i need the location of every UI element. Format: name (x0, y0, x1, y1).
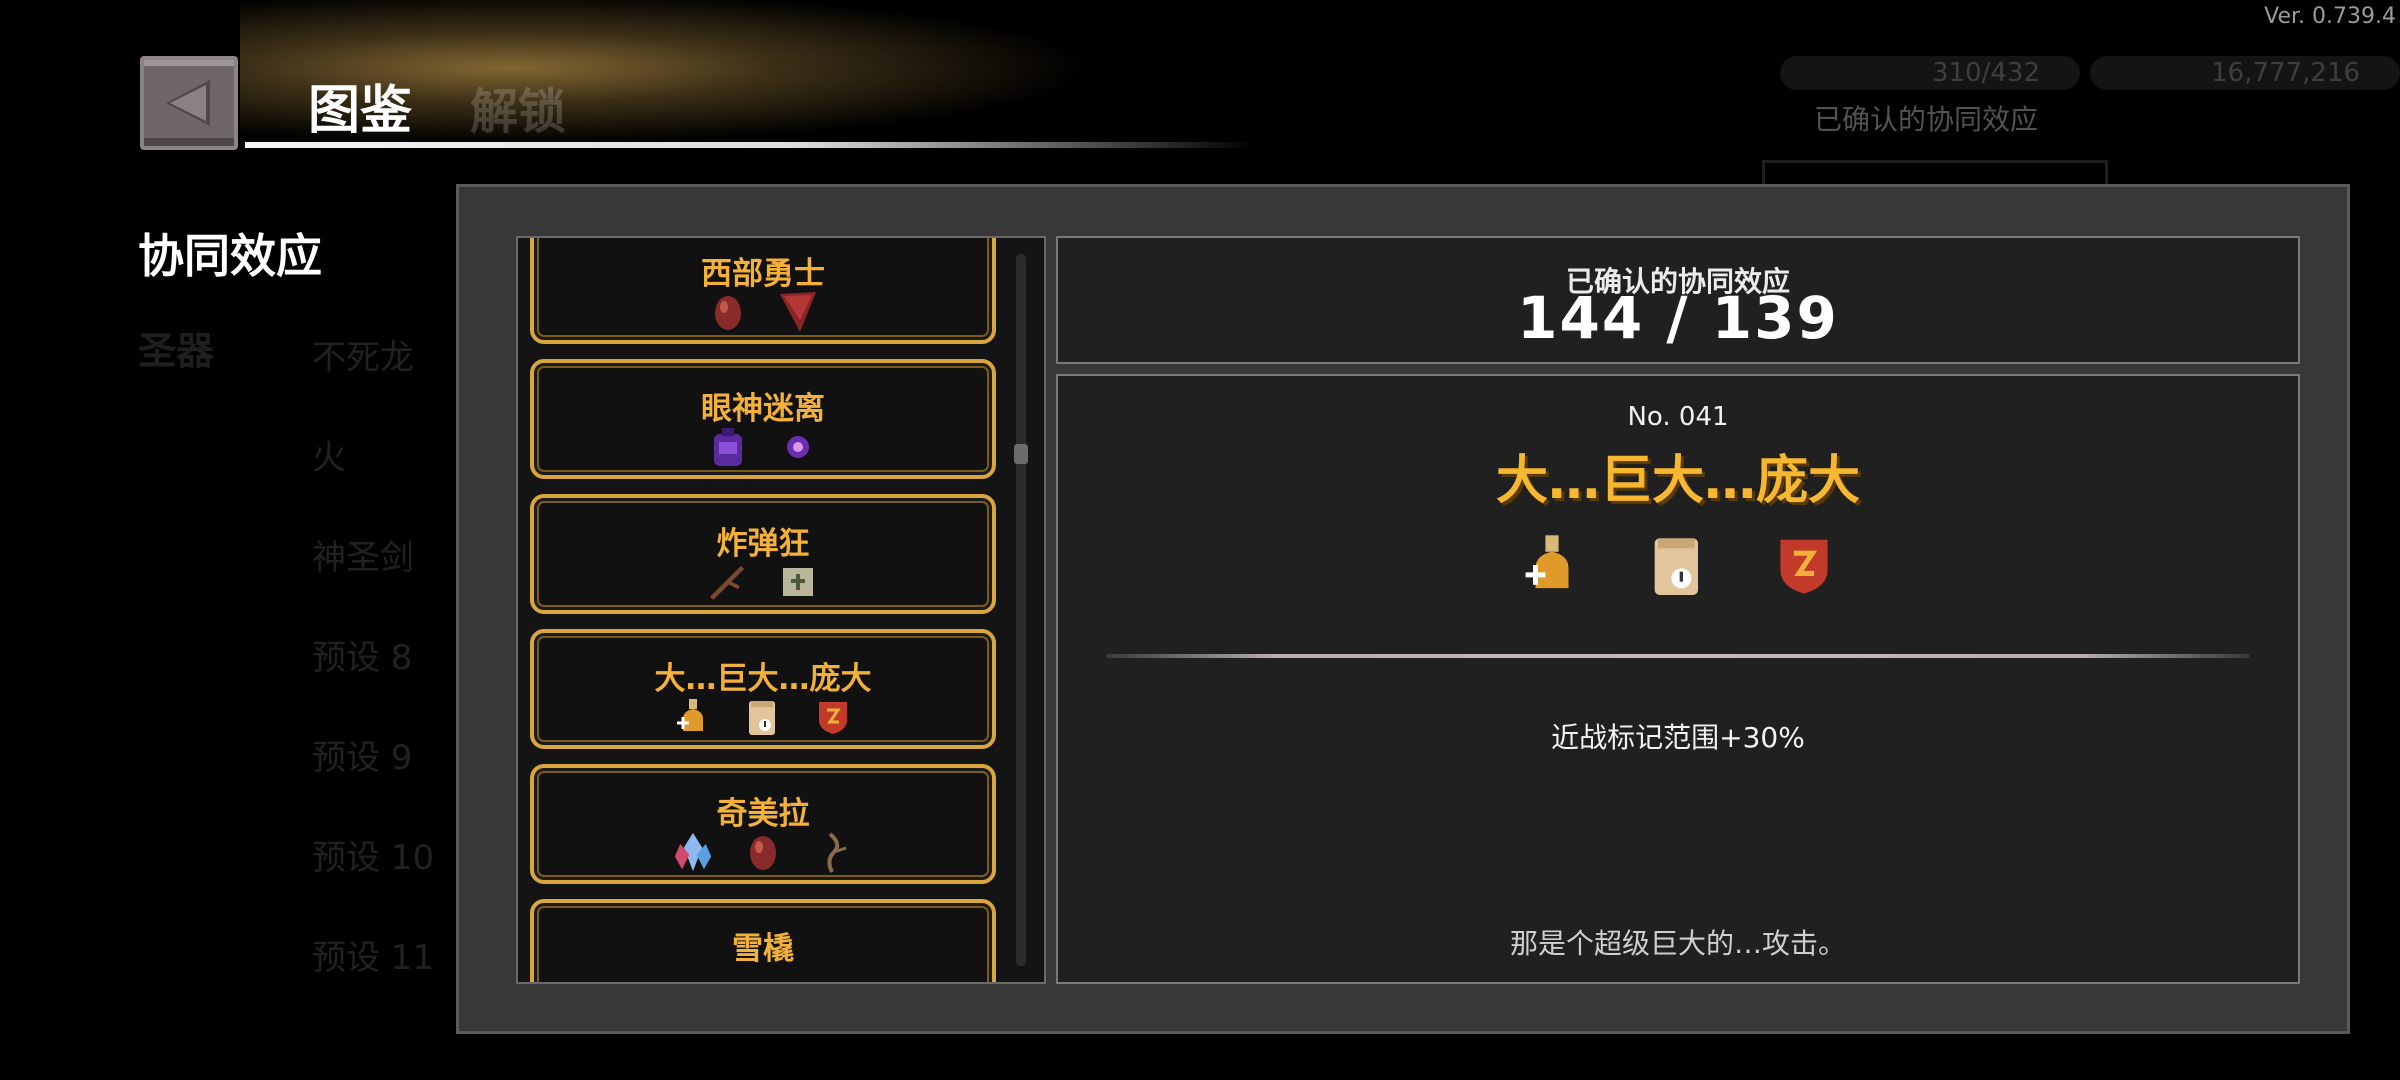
list-scrollbar-thumb[interactable] (1014, 444, 1028, 464)
bg-list-item: 预设 9 (312, 738, 413, 778)
red-shield-icon (813, 697, 853, 737)
bg-confirmed-label: 已确认的协同效应 (1814, 103, 2039, 136)
synergy-card-icons (534, 697, 992, 737)
paper-bag-icon (743, 697, 783, 737)
synergy-card-name: 眼神迷离 (701, 391, 825, 427)
synergy-card[interactable]: 眼神迷离 (530, 359, 996, 479)
bg-list-item: 神圣剑 (312, 538, 414, 578)
synergy-card-icons (534, 427, 992, 467)
synergy-card-icons (534, 832, 992, 873)
bg-list-item: 预设 10 (312, 838, 435, 878)
synergy-detail-icons (1058, 530, 2298, 600)
synergy-card[interactable]: 奇美拉 (530, 764, 996, 884)
page-title: 图鉴 (308, 81, 413, 141)
synergy-card-name: 炸弹狂 (716, 526, 810, 562)
potion-icon (1517, 530, 1587, 600)
version-label: Ver. 0.739.4 (2264, 4, 2396, 29)
synergy-card[interactable]: 雪橇 (530, 899, 996, 982)
bg-counter-collection: 310/432 (1780, 56, 2080, 90)
paper-bag-icon (1643, 530, 1713, 600)
scroll-icon (778, 562, 818, 602)
synergy-card-icons (534, 562, 992, 602)
back-button[interactable] (140, 56, 238, 150)
synergy-card[interactable]: 大…巨大…庞大 (530, 629, 996, 749)
synergy-detail-panel: No. 041 大…巨大…庞大 近战标记范围+30% 那是个超级巨大的…攻击。 (1056, 374, 2300, 984)
bg-list-item: 火 (312, 438, 346, 478)
title-underline (245, 142, 1255, 148)
crystal-icon (673, 832, 713, 872)
purple-backpack-icon (708, 427, 748, 467)
synergy-card-name: 大…巨大…庞大 (654, 661, 872, 697)
synergy-flavor-text: 那是个超级巨大的…攻击。 (1509, 927, 1846, 960)
back-arrow-icon (166, 80, 210, 126)
synergy-number: No. 041 (1627, 402, 1729, 432)
synergy-card-name: 雪橇 (732, 931, 794, 967)
synergy-list-panel[interactable]: 西部勇士 眼神迷离 炸弹狂 大…巨大…庞大 奇美拉 雪橇 (516, 236, 1046, 984)
confirmed-count-value: 144 / 139 (1517, 284, 1839, 352)
red-egg-icon (743, 832, 783, 872)
bg-counter-gems: 16,777,216 (2090, 56, 2400, 90)
confirmed-count-panel: 已确认的协同效应 144 / 139 (1056, 236, 2300, 364)
bg-list-item: 预设 11 (312, 938, 435, 978)
faded-tab-unlock[interactable]: 解锁 (470, 72, 566, 142)
synergy-effect: 近战标记范围+30% (1551, 721, 1805, 754)
red-bandana-icon (778, 292, 818, 332)
twig-icon (813, 832, 853, 873)
list-scrollbar-track[interactable] (1016, 254, 1026, 966)
synergy-card[interactable]: 西部勇士 (530, 238, 996, 344)
branch-icon (708, 562, 748, 602)
synergy-card-icons (534, 292, 992, 332)
purple-orb-icon (778, 427, 818, 467)
background-list: 不死龙 火 神圣剑 预设 8 预设 9 预设 10 预设 11 (312, 330, 434, 1030)
bg-list-item: 预设 8 (312, 638, 413, 678)
synergy-title: 大…巨大…庞大 (1495, 451, 1860, 511)
detail-divider (1106, 654, 2250, 658)
red-egg-icon (708, 292, 748, 332)
red-shield-icon (1769, 530, 1839, 600)
synergy-list: 西部勇士 眼神迷离 炸弹狂 大…巨大…庞大 奇美拉 雪橇 (530, 238, 996, 982)
synergy-card[interactable]: 炸弹狂 (530, 494, 996, 614)
synergy-card-name: 奇美拉 (716, 796, 810, 832)
sidebar-item-relic[interactable]: 圣器 (138, 320, 214, 375)
potion-icon (673, 697, 713, 737)
sidebar-item-synergy[interactable]: 协同效应 (138, 220, 322, 286)
bg-list-item: 不死龙 (312, 338, 414, 378)
synergy-card-name: 西部勇士 (701, 256, 825, 292)
